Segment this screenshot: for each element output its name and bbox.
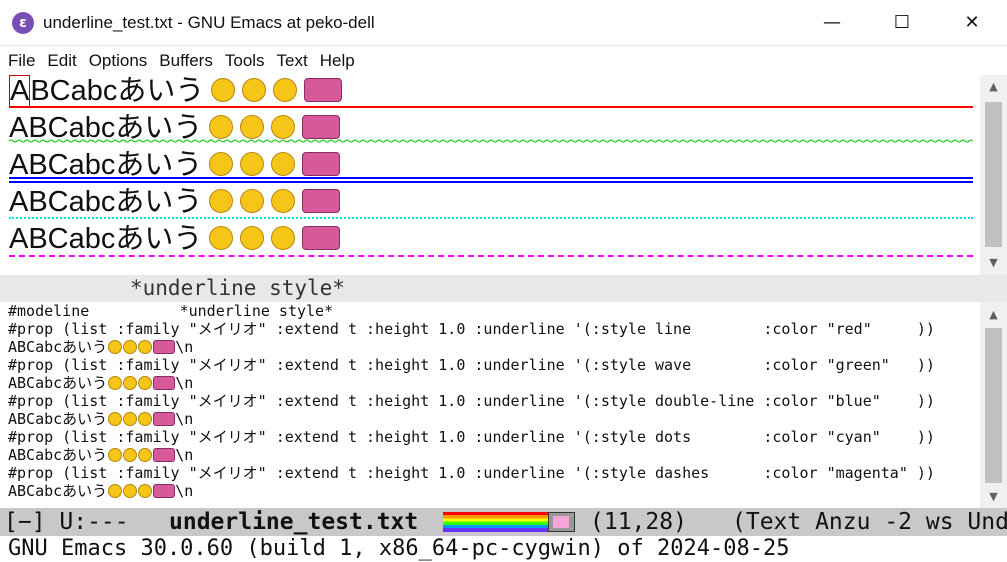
thinking-face-icon bbox=[123, 412, 138, 426]
sample-line: ABCabcあいう \n bbox=[8, 374, 194, 392]
thinking-face-icon bbox=[240, 152, 265, 176]
code-line: #prop (list :family "メイリオ" :extend t :he… bbox=[8, 356, 935, 374]
grinning-face-icon bbox=[108, 448, 123, 462]
pouting-face-icon bbox=[271, 115, 296, 139]
family-icon bbox=[304, 78, 343, 102]
upper-scrollbar-thumb[interactable] bbox=[985, 102, 1002, 247]
thinking-face-icon bbox=[123, 448, 138, 462]
modeline-modes[interactable]: (Text Anzu -2 ws Undo- bbox=[732, 508, 1007, 536]
sample-line: ABCabcあいう \n bbox=[8, 338, 194, 356]
pouting-face-icon bbox=[271, 152, 296, 176]
code-line: #modeline *underline style* bbox=[8, 302, 334, 320]
window-controls: — ☐ ✕ bbox=[797, 0, 1007, 45]
menu-text[interactable]: Text bbox=[273, 51, 312, 71]
sample-line: ABCabcあいう \n bbox=[8, 482, 194, 500]
scroll-up-arrow-icon[interactable]: ▲ bbox=[980, 308, 1007, 321]
family-icon bbox=[153, 448, 176, 462]
family-icon bbox=[153, 376, 176, 390]
grinning-face-icon bbox=[108, 340, 123, 354]
grinning-face-icon bbox=[108, 412, 123, 426]
family-icon bbox=[153, 412, 176, 426]
pouting-face-icon bbox=[138, 340, 153, 354]
pouting-face-icon bbox=[271, 226, 296, 250]
thinking-face-icon bbox=[240, 189, 265, 213]
modeline-filename[interactable]: underline_test.txt bbox=[169, 508, 418, 536]
family-icon bbox=[302, 226, 341, 250]
mode-line: [−] U:--- underline_test.txt (11,28) (Te… bbox=[0, 508, 1007, 536]
pouting-face-icon bbox=[271, 189, 296, 213]
family-icon bbox=[302, 115, 341, 139]
underline-wave-green bbox=[9, 139, 973, 143]
menu-tools[interactable]: Tools bbox=[221, 51, 269, 71]
pouting-face-icon bbox=[138, 448, 153, 462]
code-line: #prop (list :family "メイリオ" :extend t :he… bbox=[8, 392, 935, 410]
emacs-icon: ε bbox=[12, 11, 34, 34]
underline-dashes-magenta bbox=[9, 255, 973, 257]
underline-dots-cyan bbox=[9, 217, 973, 219]
maximize-button[interactable]: ☐ bbox=[867, 0, 937, 45]
modeline-position: (11,28) bbox=[590, 509, 687, 535]
grinning-face-icon bbox=[209, 189, 234, 213]
menu-file[interactable]: File bbox=[4, 51, 39, 71]
menu-edit[interactable]: Edit bbox=[43, 51, 80, 71]
sample-line: ABCabcあいう \n bbox=[8, 446, 194, 464]
title-bar: ε underline_test.txt - GNU Emacs at peko… bbox=[0, 0, 1007, 45]
echo-area: GNU Emacs 30.0.60 (build 1, x86_64-pc-cy… bbox=[0, 536, 1007, 562]
grinning-face-icon bbox=[108, 376, 123, 390]
upper-modeline: *underline style* bbox=[0, 275, 1007, 302]
family-icon bbox=[302, 189, 341, 213]
thinking-face-icon bbox=[123, 484, 138, 498]
grinning-face-icon bbox=[209, 226, 234, 250]
code-line: #prop (list :family "メイリオ" :extend t :he… bbox=[8, 320, 935, 338]
lower-buffer[interactable]: #modeline *underline style* #prop (list … bbox=[0, 302, 980, 508]
grinning-face-icon bbox=[209, 152, 234, 176]
scroll-down-arrow-icon[interactable]: ▼ bbox=[980, 256, 1007, 269]
lower-scrollbar-thumb[interactable] bbox=[985, 328, 1002, 483]
grinning-face-icon bbox=[108, 484, 123, 498]
pouting-face-icon bbox=[273, 78, 298, 102]
family-icon bbox=[153, 340, 176, 354]
pouting-face-icon bbox=[138, 484, 153, 498]
family-icon bbox=[302, 152, 341, 176]
underline-double-blue bbox=[9, 177, 973, 183]
underline-line-2: ABCabcあいう bbox=[0, 112, 975, 149]
menu-bar: File Edit Options Buffers Tools Text Hel… bbox=[0, 45, 1007, 76]
menu-options[interactable]: Options bbox=[85, 51, 152, 71]
menu-buffers[interactable]: Buffers bbox=[155, 51, 217, 71]
pouting-face-icon bbox=[138, 376, 153, 390]
thinking-face-icon bbox=[240, 115, 265, 139]
sample-line: ABCabcあいう \n bbox=[8, 410, 194, 428]
grinning-face-icon bbox=[209, 115, 234, 139]
upper-buffer[interactable]: ABCabcあいう ABCabcあいう ABCabcあいう ABCabcあいう … bbox=[0, 75, 980, 275]
thinking-face-icon bbox=[123, 376, 138, 390]
nyan-cat-icon bbox=[548, 512, 575, 532]
text-cursor: A bbox=[9, 75, 31, 107]
close-button[interactable]: ✕ bbox=[937, 0, 1007, 45]
family-icon bbox=[153, 484, 176, 498]
scroll-up-arrow-icon[interactable]: ▲ bbox=[980, 80, 1007, 93]
upper-modeline-buffer-name: *underline style* bbox=[130, 276, 345, 300]
grinning-face-icon bbox=[211, 78, 236, 102]
thinking-face-icon bbox=[242, 78, 267, 102]
pouting-face-icon bbox=[138, 412, 153, 426]
thinking-face-icon bbox=[123, 340, 138, 354]
code-line: #prop (list :family "メイリオ" :extend t :he… bbox=[8, 464, 935, 482]
scroll-down-arrow-icon[interactable]: ▼ bbox=[980, 490, 1007, 503]
underline-line-red bbox=[9, 106, 973, 108]
thinking-face-icon bbox=[240, 226, 265, 250]
modeline-status: [−] U:--- bbox=[4, 509, 129, 535]
window-title: underline_test.txt - GNU Emacs at peko-d… bbox=[43, 12, 375, 32]
minimize-button[interactable]: — bbox=[797, 0, 867, 45]
code-line: #prop (list :family "メイリオ" :extend t :he… bbox=[8, 428, 935, 446]
menu-help[interactable]: Help bbox=[316, 51, 359, 71]
